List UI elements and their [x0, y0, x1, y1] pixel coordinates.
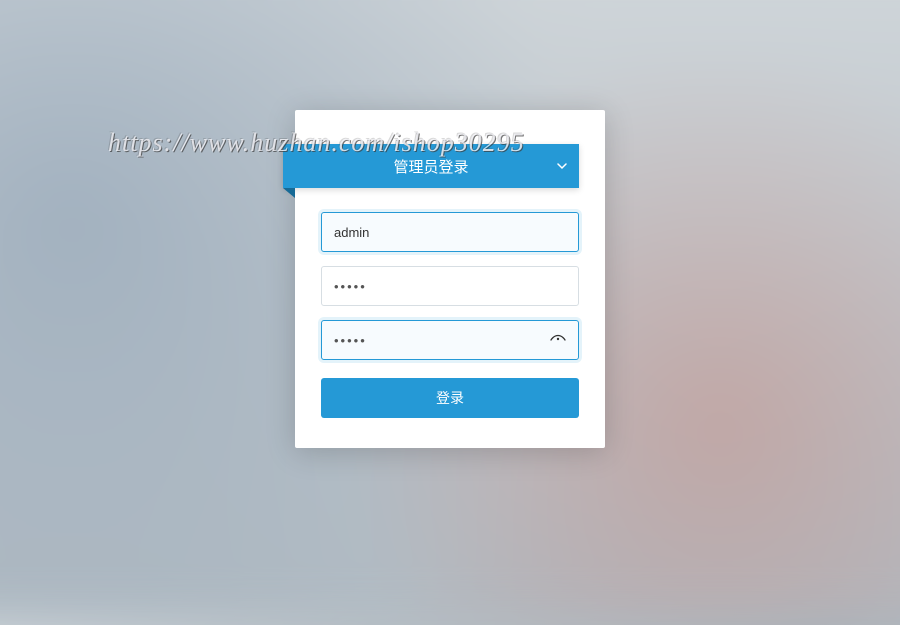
captcha-input[interactable]	[321, 320, 579, 360]
eye-icon[interactable]	[549, 331, 567, 349]
password-input[interactable]	[321, 266, 579, 306]
login-form: 登录	[321, 212, 579, 418]
login-button[interactable]: 登录	[321, 378, 579, 418]
captcha-wrap	[321, 320, 579, 360]
password-wrap	[321, 266, 579, 306]
username-input[interactable]	[321, 212, 579, 252]
chevron-down-icon	[557, 161, 567, 171]
login-title: 管理员登录	[393, 156, 468, 177]
username-wrap	[321, 212, 579, 252]
login-header-ribbon[interactable]: 管理员登录	[283, 144, 579, 188]
login-card: 管理员登录 登录	[295, 110, 605, 448]
